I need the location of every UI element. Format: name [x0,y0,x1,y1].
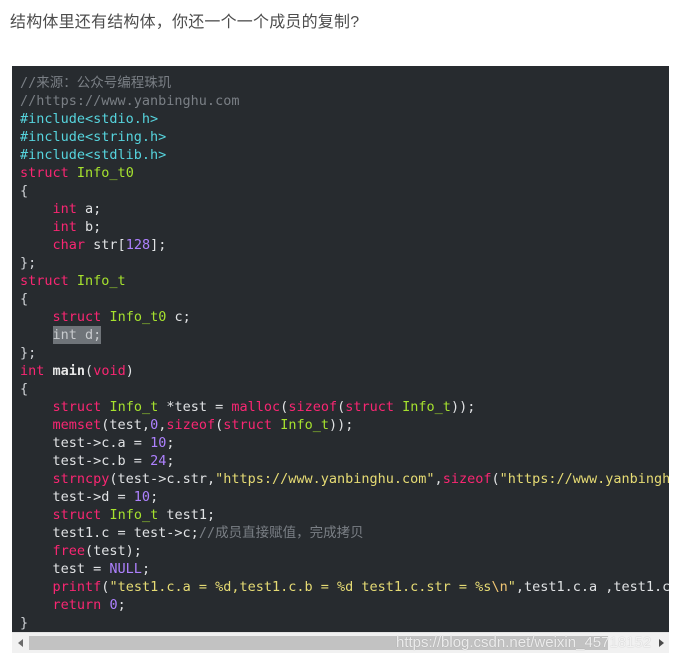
code-line-member-str: char str[128]; [52,237,167,253]
code-line-memset: memset(test,0,sizeof(struct Info_t)); [52,417,354,433]
page-root: 结构体里还有结构体，你还一个一个成员的复制? //来源：公众号编程珠玑 //ht… [0,0,682,661]
code-line-printf: printf("test1.c.a = %d,test1.c.b = %d te… [52,579,669,595]
code-line-brace-close-1: }; [20,255,37,271]
code-line-include-stdlib: #include<stdlib.h> [20,147,167,163]
code-line-brace-open-1: { [20,183,29,199]
code-line-free: free(test); [52,543,142,559]
scroll-left-arrow-button[interactable] [12,633,29,653]
code-line-malloc: struct Info_t *test = malloc(sizeof(stru… [52,399,476,415]
code-line-assign-d: test->d = 10; [52,489,159,505]
code-listing[interactable]: //来源：公众号编程珠玑 //https://www.yanbinghu.com… [20,74,669,632]
code-line-struct-info-t: struct Info_t [20,273,126,289]
code-line-include-stdio: #include<stdio.h> [20,111,159,127]
code-line-struct-info-t0: struct Info_t0 [20,165,134,181]
code-line-brace-open-2: { [20,291,29,307]
code-block[interactable]: //来源：公众号编程珠玑 //https://www.yanbinghu.com… [12,66,669,632]
code-line-include-string: #include<string.h> [20,129,167,145]
code-line-member-b: int b; [52,219,102,235]
code-line-assign-c-b: test->c.b = 24; [52,453,175,469]
code-line-member-c: struct Info_t0 c; [52,309,191,325]
scrollbar-thumb[interactable] [29,636,609,650]
code-line-comment-url: //https://www.yanbinghu.com [20,93,240,109]
code-block-content: //来源：公众号编程珠玑 //https://www.yanbinghu.com… [12,66,669,632]
code-line-member-d: int d; [20,326,102,344]
code-line-declare-test1: struct Info_t test1; [52,507,216,523]
code-line-return: return 0; [52,597,126,613]
code-line-comment-source: //来源：公众号编程珠玑 [20,75,172,91]
code-line-assign-c-a: test->c.a = 10; [52,435,175,451]
code-line-brace-close-2: }; [20,345,37,361]
chevron-left-icon [17,639,23,647]
code-line-member-a: int a; [52,201,102,217]
page-title: 结构体里还有结构体，你还一个一个成员的复制? [10,14,360,31]
code-line-null-assign: test = NULL; [52,561,151,577]
scrollbar-track[interactable] [29,633,652,653]
code-line-main-signature: int main(void) [20,363,134,379]
code-line-copy-member: test1.c = test->c;//成员直接赋值，完成拷贝 [52,525,364,541]
code-line-brace-close-main: } [20,615,29,631]
chevron-right-icon [658,639,664,647]
selected-code-text[interactable]: int d; [52,326,102,344]
code-line-brace-open-main: { [20,381,29,397]
scroll-right-arrow-button[interactable] [652,633,669,653]
horizontal-scrollbar[interactable] [12,632,669,653]
code-line-strncpy: strncpy(test->c.str,"https://www.yanbing… [52,471,669,487]
